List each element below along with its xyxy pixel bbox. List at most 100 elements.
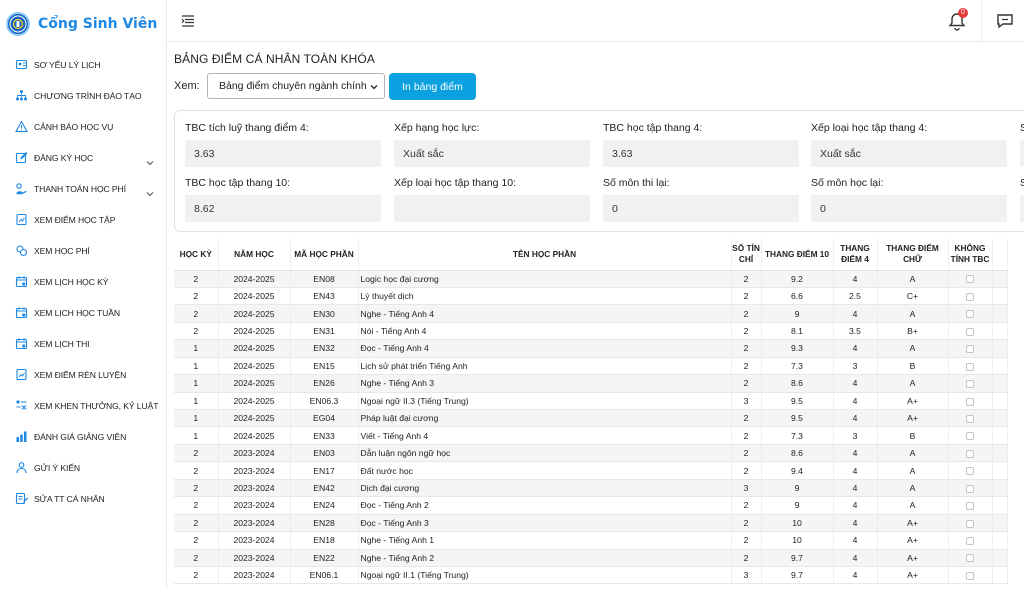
cell-course-code: EN32 — [290, 339, 359, 358]
sidebar-item-15[interactable]: SỬA TT CÁ NHÂN — [0, 483, 166, 514]
chart-file-icon — [15, 213, 28, 226]
exclude-gpa-checkbox[interactable] — [966, 571, 974, 580]
sidebar-item-13[interactable]: ĐÁNH GIÁ GIẢNG VIÊN — [0, 421, 166, 452]
cell-credits: 2 — [731, 531, 762, 550]
cell-score-4: 4 — [833, 461, 878, 480]
sidebar-menu: SƠ YẾU LÝ LỊCH CHƯƠNG TRÌNH ĐÀO TẠO CẢNH B… — [0, 49, 166, 514]
cell-exclude-gpa — [948, 357, 993, 376]
cell-score-10: 9.4 — [761, 461, 834, 480]
cell-course-code: EG04 — [290, 409, 359, 428]
cell-letter-grade: A+ — [877, 549, 949, 567]
sidebar-item-3[interactable]: CẢNH BÁO HỌC VỤ — [0, 111, 166, 142]
table-header-row: HỌC KỲ NĂM HỌC MÃ HỌC PHẦN TÊN HỌC PHẦN … — [174, 239, 1008, 271]
table-row: 2 2024-2025 EN31 Nói - Tiếng Anh 4 2 8.1 3.5 B+ — [174, 322, 1008, 341]
exclude-gpa-checkbox[interactable] — [966, 310, 974, 319]
exclude-gpa-checkbox[interactable] — [966, 484, 974, 493]
exclude-gpa-checkbox[interactable] — [966, 275, 974, 284]
cell-course-name: Dẫn luận ngôn ngữ học — [358, 444, 732, 463]
cell-course-name: Đất nước học — [358, 461, 732, 480]
exclude-gpa-checkbox[interactable] — [966, 449, 974, 458]
exclude-gpa-checkbox[interactable] — [966, 345, 974, 354]
sidebar-item-10[interactable]: XEM LỊCH THI — [0, 328, 166, 359]
sidebar-item-5[interactable]: THANH TOÁN HỌC PHÍ — [0, 173, 166, 204]
cell-credits: 2 — [731, 409, 762, 428]
summary-value: 0 — [811, 195, 1007, 222]
exclude-gpa-checkbox[interactable] — [966, 502, 974, 511]
sidebar-item-1[interactable]: SƠ YẾU LÝ LỊCH — [0, 49, 166, 80]
cell-letter-grade: A — [877, 304, 949, 323]
col-header-score-10[interactable]: THANG ĐIỂM 10 — [761, 239, 834, 271]
summary-label: TBC học tập thang 10: — [185, 177, 291, 189]
exclude-gpa-checkbox[interactable] — [966, 397, 974, 406]
cell-score-10: 9.3 — [761, 339, 834, 358]
summary-label: Xếp loại học tập thang 4: — [811, 122, 928, 134]
chat-icon[interactable] — [996, 12, 1014, 30]
exclude-gpa-checkbox[interactable] — [966, 467, 974, 476]
col-header-course-name[interactable]: TÊN HỌC PHẦN — [358, 239, 732, 271]
cell-letter-grade: A — [877, 496, 949, 515]
cell-credits: 2 — [731, 322, 762, 341]
col-header-letter-grade[interactable]: THANG ĐIỂM CHỮ — [877, 239, 949, 271]
app-logo[interactable]: Cổng Sinh Viên — [0, 0, 166, 48]
cell-exclude-gpa — [948, 531, 993, 550]
sidebar-item-8[interactable]: XEM LỊCH HỌC KỲ — [0, 266, 166, 297]
cell-exclude-gpa — [948, 461, 993, 480]
cell-course-name: Đọc - Tiếng Anh 3 — [358, 514, 732, 533]
col-header-credits[interactable]: SỐ TÍN CHỈ — [731, 239, 762, 271]
cell-letter-grade: A+ — [877, 531, 949, 550]
exclude-gpa-checkbox[interactable] — [966, 327, 974, 336]
cell-score-4: 4 — [833, 304, 878, 323]
cell-exclude-gpa — [948, 322, 993, 341]
cell-letter-grade: A+ — [877, 514, 949, 533]
col-header-semester[interactable]: HỌC KỲ — [174, 239, 219, 271]
cell-extra — [992, 566, 1008, 585]
col-header-score-4[interactable]: THANG ĐIỂM 4 — [833, 239, 878, 271]
transcript-type-select[interactable]: Bảng điểm chuyên ngành chính — [207, 73, 385, 99]
exclude-gpa-checkbox[interactable] — [966, 537, 974, 546]
cell-extra — [992, 461, 1008, 480]
cell-letter-grade: A — [877, 270, 949, 288]
summary-field: TBC tích luỹ thang điểm 4: 3.63 — [185, 122, 381, 167]
col-header-course-code[interactable]: MÃ HỌC PHẦN — [290, 239, 359, 271]
summary-field: Số môn thi lại: 0 — [603, 177, 799, 222]
sidebar-item-4[interactable]: ĐĂNG KÝ HỌC — [0, 142, 166, 173]
cell-year: 2024-2025 — [218, 339, 291, 358]
col-header-exclude-gpa[interactable]: KHÔNG TÍNH TBC — [948, 239, 993, 271]
sidebar-item-9[interactable]: XEM LỊCH HỌC TUẦN — [0, 297, 166, 328]
transcript-type-value: Bảng điểm chuyên ngành chính — [219, 80, 367, 92]
chevron-down-icon — [146, 185, 154, 196]
cell-credits: 2 — [731, 374, 762, 393]
col-header-year[interactable]: NĂM HỌC — [218, 239, 291, 271]
sidebar-item-label: XEM ĐIỂM RÈN LUYỆN — [34, 369, 127, 380]
cell-semester: 1 — [174, 392, 219, 411]
cell-score-4: 4 — [833, 566, 878, 585]
table-row: 2 2023-2024 EN22 Nghe - Tiếng Anh 2 2 9.7 4 A+ — [174, 549, 1008, 567]
cell-credits: 2 — [731, 496, 762, 515]
sidebar-item-2[interactable]: CHƯƠNG TRÌNH ĐÀO TẠO — [0, 80, 166, 111]
sidebar-item-7[interactable]: XEM HỌC PHÍ — [0, 235, 166, 266]
cell-score-4: 4 — [833, 549, 878, 567]
exclude-gpa-checkbox[interactable] — [966, 519, 974, 528]
cell-course-name: Đọc - Tiếng Anh 2 — [358, 496, 732, 515]
sidebar-item-11[interactable]: XEM ĐIỂM RÈN LUYỆN — [0, 359, 166, 390]
exclude-gpa-checkbox[interactable] — [966, 292, 974, 301]
cell-semester: 2 — [174, 270, 219, 288]
exclude-gpa-checkbox[interactable] — [966, 432, 974, 441]
cell-extra — [992, 496, 1008, 515]
print-transcript-button[interactable]: In bảng điểm — [389, 73, 476, 100]
cell-course-name: Lịch sử phát triển Tiếng Anh — [358, 357, 732, 376]
sidebar-item-14[interactable]: GỬI Ý KIẾN — [0, 452, 166, 483]
hamburger-icon[interactable] — [181, 14, 195, 28]
exclude-gpa-checkbox[interactable] — [966, 362, 974, 371]
view-label: Xem: — [174, 80, 200, 92]
exclude-gpa-checkbox[interactable] — [966, 414, 974, 423]
cell-semester: 1 — [174, 426, 219, 445]
exclude-gpa-checkbox[interactable] — [966, 380, 974, 389]
cell-semester: 2 — [174, 322, 219, 341]
sidebar-item-12[interactable]: XEM KHEN THƯỞNG, KỶ LUẬT — [0, 390, 166, 421]
exclude-gpa-checkbox[interactable] — [966, 554, 974, 563]
notification-button[interactable]: 0 — [947, 8, 968, 32]
coins-icon — [15, 244, 28, 257]
sidebar-item-6[interactable]: XEM ĐIỂM HỌC TẬP — [0, 204, 166, 235]
cell-year: 2024-2025 — [218, 270, 291, 288]
